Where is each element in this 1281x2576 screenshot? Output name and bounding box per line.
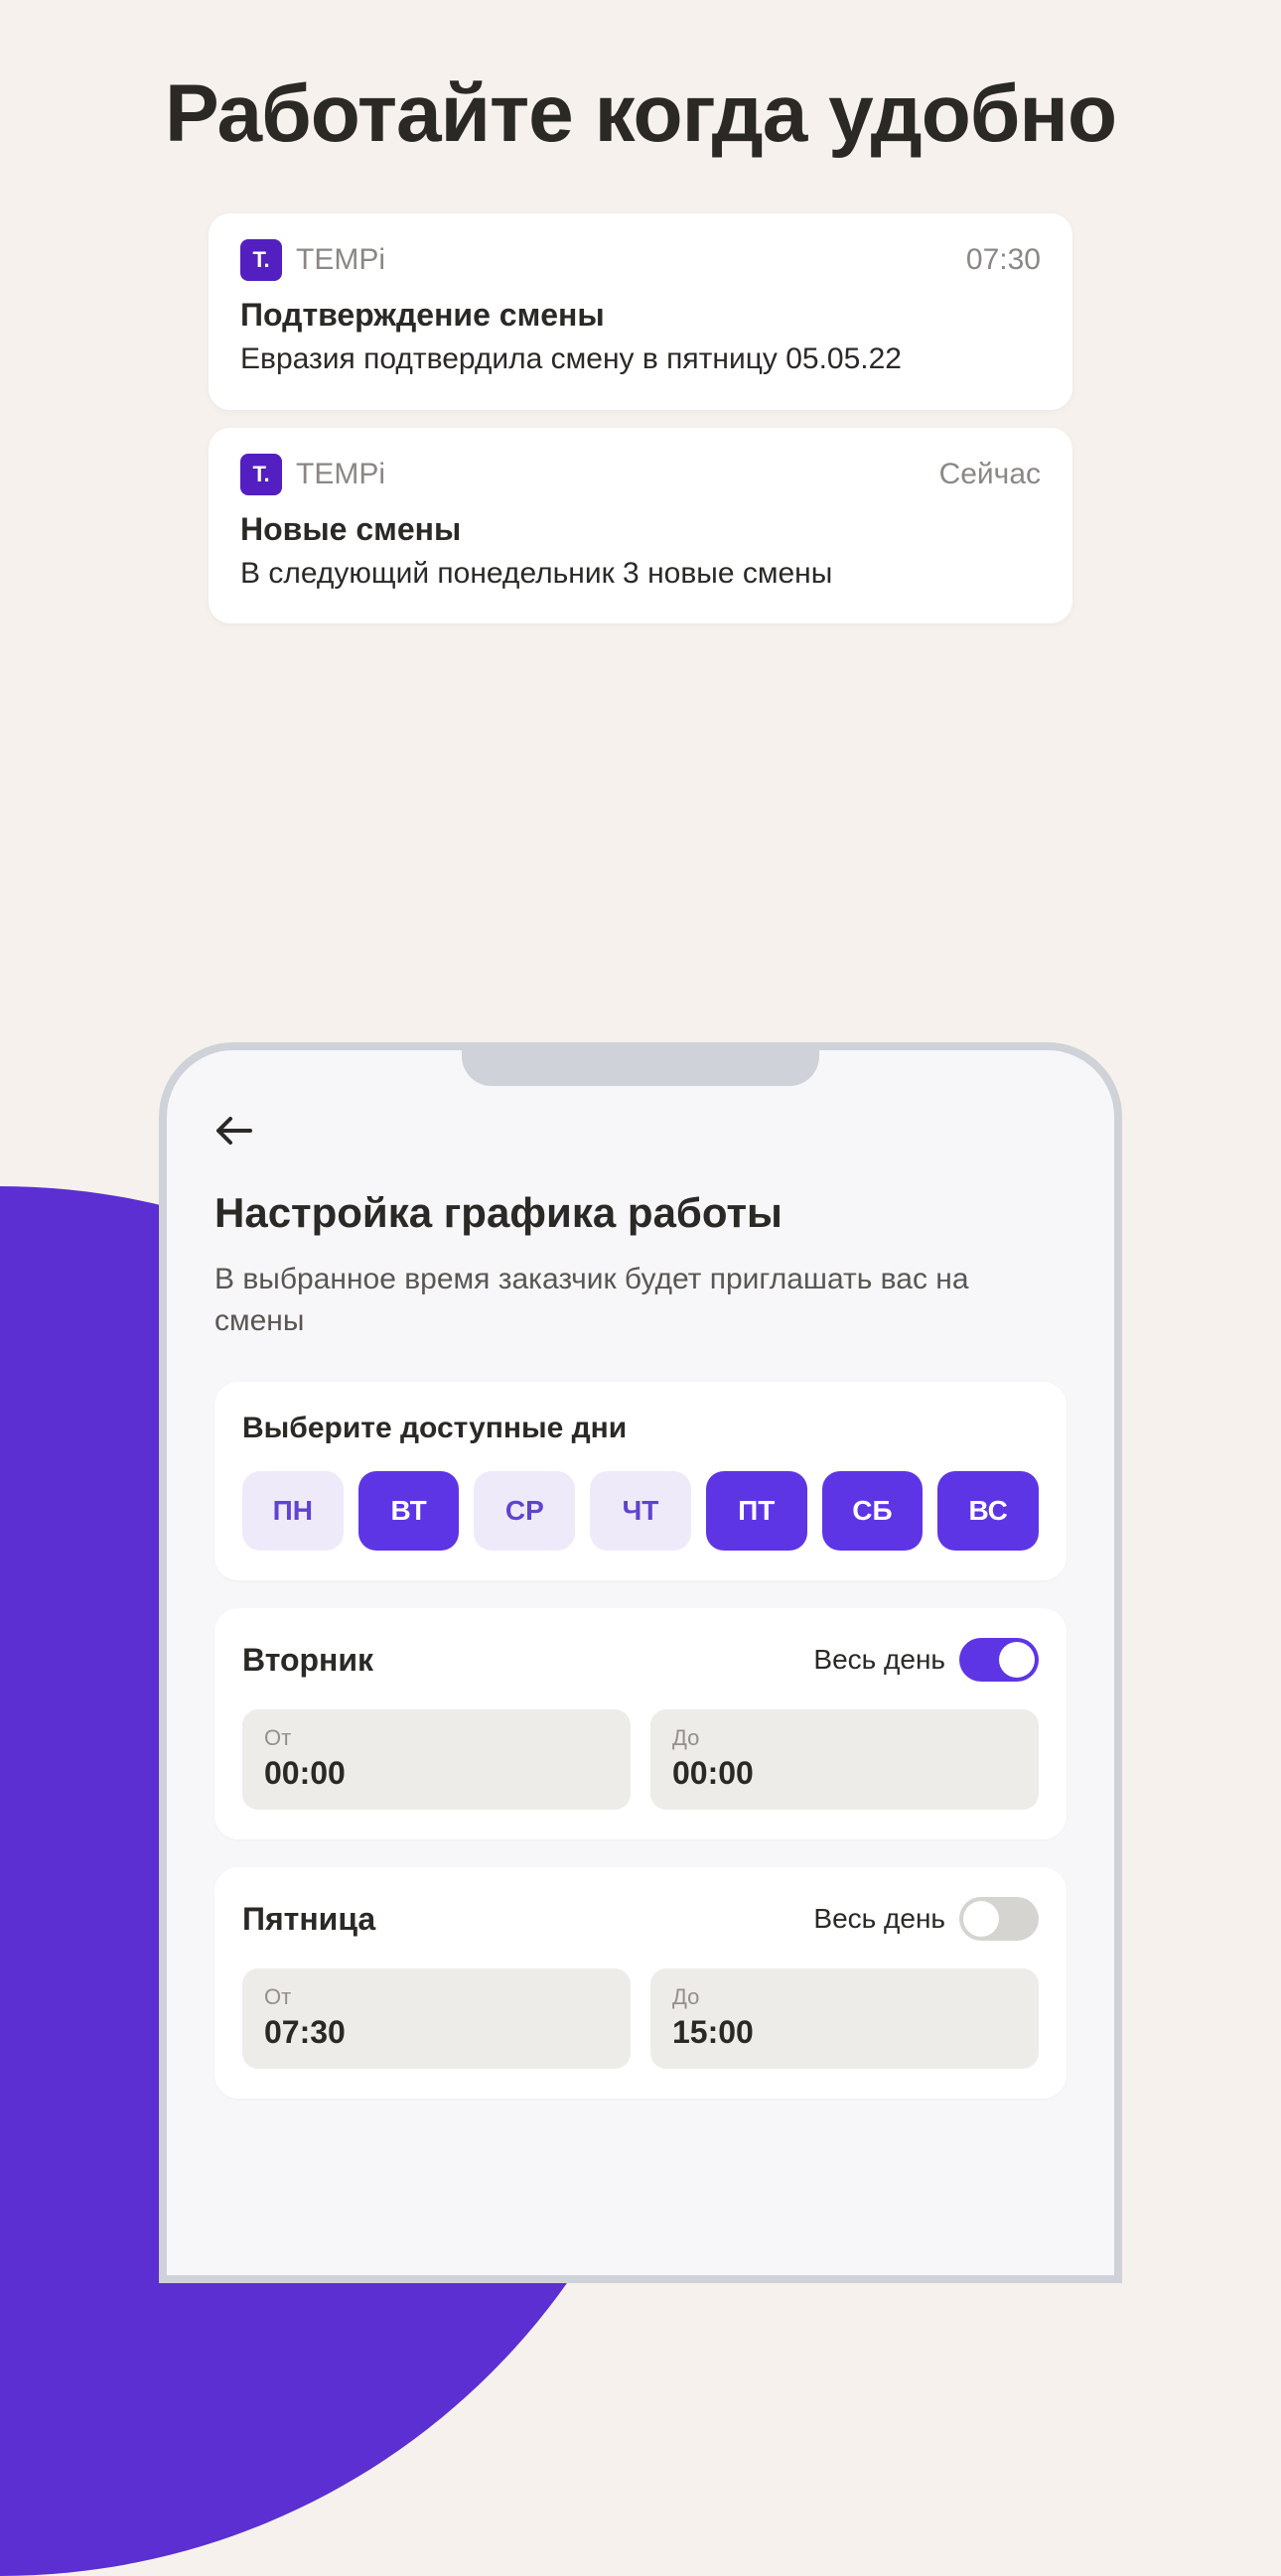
screen-title: Настройка графика работы — [214, 1189, 1067, 1237]
day-pill-fri[interactable]: ПТ — [706, 1471, 807, 1551]
available-days-title: Выберите доступные дни — [242, 1412, 1039, 1445]
app-icon: T. — [240, 239, 282, 281]
notification-app-name: TEMPi — [296, 458, 925, 491]
day-pill-tue[interactable]: ВТ — [358, 1471, 460, 1551]
notification-header: T. TEMPi Сейчас — [240, 454, 1041, 495]
time-from-value: 07:30 — [264, 2014, 609, 2051]
notification-card[interactable]: T. TEMPi 07:30 Подтверждение смены Евраз… — [209, 213, 1072, 410]
day-pill-thu[interactable]: ЧТ — [590, 1471, 691, 1551]
time-to-input[interactable]: До 15:00 — [650, 1968, 1039, 2069]
time-from-label: От — [264, 1725, 609, 1751]
day-row-header: Пятница Весь день — [242, 1897, 1039, 1941]
day-pill-sun[interactable]: ВС — [937, 1471, 1039, 1551]
phone-frame: Настройка графика работы В выбранное вре… — [159, 1042, 1122, 2283]
app-icon: T. — [240, 454, 282, 495]
day-name: Вторник — [242, 1642, 373, 1679]
time-from-input[interactable]: От 07:30 — [242, 1968, 631, 2069]
allday-label: Весь день — [813, 1644, 945, 1676]
screen-subtitle: В выбранное время заказчик будет приглаш… — [214, 1259, 1067, 1342]
phone-notch — [462, 1042, 819, 1086]
toggle-knob — [999, 1642, 1035, 1678]
time-to-value: 15:00 — [672, 2014, 1017, 2051]
time-to-input[interactable]: До 00:00 — [650, 1709, 1039, 1810]
time-from-input[interactable]: От 00:00 — [242, 1709, 631, 1810]
allday-wrapper: Весь день — [813, 1897, 1039, 1941]
notification-title: Подтверждение смены — [240, 297, 1041, 334]
toggle-knob — [963, 1901, 999, 1937]
day-row-header: Вторник Весь день — [242, 1638, 1039, 1682]
notifications-list: T. TEMPi 07:30 Подтверждение смены Евраз… — [0, 213, 1281, 623]
time-from-value: 00:00 — [264, 1755, 609, 1792]
time-to-label: До — [672, 1725, 1017, 1751]
notification-card[interactable]: T. TEMPi Сейчас Новые смены В следующий … — [209, 428, 1072, 624]
allday-toggle[interactable] — [959, 1897, 1039, 1941]
allday-toggle[interactable] — [959, 1638, 1039, 1682]
time-row: От 07:30 До 15:00 — [242, 1968, 1039, 2069]
days-row: ПН ВТ СР ЧТ ПТ СБ ВС — [242, 1471, 1039, 1551]
allday-label: Весь день — [813, 1903, 945, 1935]
back-button[interactable] — [214, 1108, 1067, 1157]
page-title: Работайте когда удобно — [0, 0, 1281, 159]
arrow-left-icon — [214, 1115, 254, 1147]
notification-title: Новые смены — [240, 511, 1041, 548]
time-to-label: До — [672, 1984, 1017, 2010]
allday-wrapper: Весь день — [813, 1638, 1039, 1682]
notification-time: 07:30 — [966, 243, 1041, 277]
day-name: Пятница — [242, 1901, 375, 1938]
day-pill-mon[interactable]: ПН — [242, 1471, 344, 1551]
notification-header: T. TEMPi 07:30 — [240, 239, 1041, 281]
time-from-label: От — [264, 1984, 609, 2010]
day-settings-card-tuesday: Вторник Весь день От 00:00 До 00:00 — [214, 1608, 1067, 1839]
notification-time: Сейчас — [939, 458, 1041, 491]
time-row: От 00:00 До 00:00 — [242, 1709, 1039, 1810]
day-pill-sat[interactable]: СБ — [822, 1471, 924, 1551]
notification-body: Евразия подтвердила смену в пятницу 05.0… — [240, 339, 1041, 380]
notification-body: В следующий понедельник 3 новые смены — [240, 554, 1041, 595]
day-pill-wed[interactable]: СР — [474, 1471, 575, 1551]
time-to-value: 00:00 — [672, 1755, 1017, 1792]
available-days-card: Выберите доступные дни ПН ВТ СР ЧТ ПТ СБ… — [214, 1382, 1067, 1580]
day-settings-card-friday: Пятница Весь день От 07:30 До 15:00 — [214, 1867, 1067, 2099]
notification-app-name: TEMPi — [296, 243, 952, 277]
